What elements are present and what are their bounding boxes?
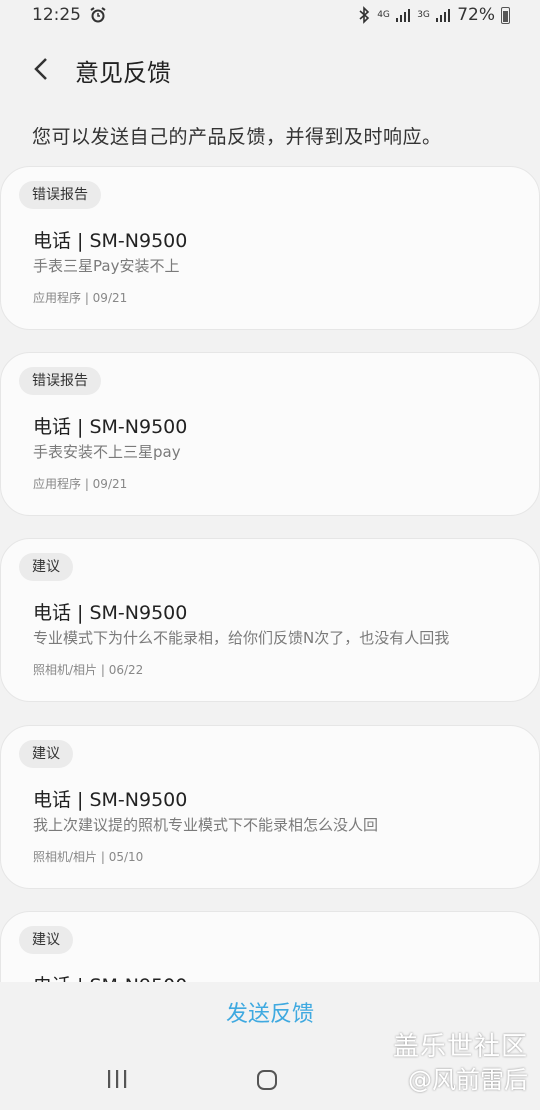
feedback-meta: 照相机/相片 | 06/22 [33, 663, 144, 677]
feedback-description: 专业模式下为什么不能录相，给你们反馈N次了，也没有人回我 [33, 629, 450, 647]
feedback-meta: 照相机/相片 | 05/10 [33, 850, 144, 864]
network-3g-label: 3G [417, 10, 430, 20]
battery-icon [501, 6, 510, 24]
feedback-title: 电话 | SM-N9500 [33, 602, 188, 624]
feedback-card[interactable]: 建议 电话 | SM-N9500 我上次建议提的照机专业模式下不能录相怎么没人回… [0, 725, 540, 889]
home-button-icon[interactable] [257, 1070, 277, 1090]
feedback-tag: 错误报告 [19, 367, 101, 395]
watermark-handle: @风前雷后 [408, 1066, 528, 1094]
back-arrow-icon[interactable] [28, 55, 56, 83]
feedback-description: 我上次建议提的照机专业模式下不能录相怎么没人回 [33, 816, 379, 834]
status-time: 12:25 [32, 5, 81, 25]
feedback-tag: 建议 [19, 553, 73, 581]
signal-icon [396, 9, 411, 22]
feedback-card[interactable]: 建议 电话 | SM-N9500 专业模式下为什么不能录相，给你们反馈N次了，也… [0, 538, 540, 702]
bluetooth-icon [359, 6, 370, 24]
alarm-icon [90, 7, 106, 23]
feedback-meta: 应用程序 | 09/21 [33, 477, 128, 491]
feedback-card[interactable]: 错误报告 电话 | SM-N9500 手表三星Pay安装不上 应用程序 | 09… [0, 166, 540, 330]
feedback-meta: 应用程序 | 09/21 [33, 291, 128, 305]
feedback-title: 电话 | SM-N9500 [33, 230, 188, 252]
signal-icon-2 [436, 9, 451, 22]
battery-percent: 72% [457, 5, 495, 25]
status-right: 4G 3G 72% [357, 5, 510, 25]
feedback-title: 电话 | SM-N9500 [33, 416, 188, 438]
feedback-description: 手表三星Pay安装不上 [33, 257, 180, 275]
app-header: 意见反馈 [0, 45, 540, 95]
status-bar: 12:25 4G 3G 72% [0, 0, 540, 32]
feedback-description: 手表安装不上三星pay [33, 443, 181, 461]
feedback-tag: 错误报告 [19, 181, 101, 209]
network-4g-label: 4G [377, 10, 390, 20]
page-title: 意见反馈 [75, 59, 171, 87]
feedback-tag: 建议 [19, 740, 73, 768]
feedback-tag: 建议 [19, 926, 73, 954]
intro-text: 您可以发送自己的产品反馈，并得到及时响应。 [32, 126, 442, 148]
feedback-title: 电话 | SM-N9500 [33, 789, 188, 811]
watermark-text: 盖乐世社区 [392, 1032, 528, 1062]
feedback-card[interactable]: 错误报告 电话 | SM-N9500 手表安装不上三星pay 应用程序 | 09… [0, 352, 540, 516]
recent-apps-icon[interactable] [106, 1069, 128, 1089]
